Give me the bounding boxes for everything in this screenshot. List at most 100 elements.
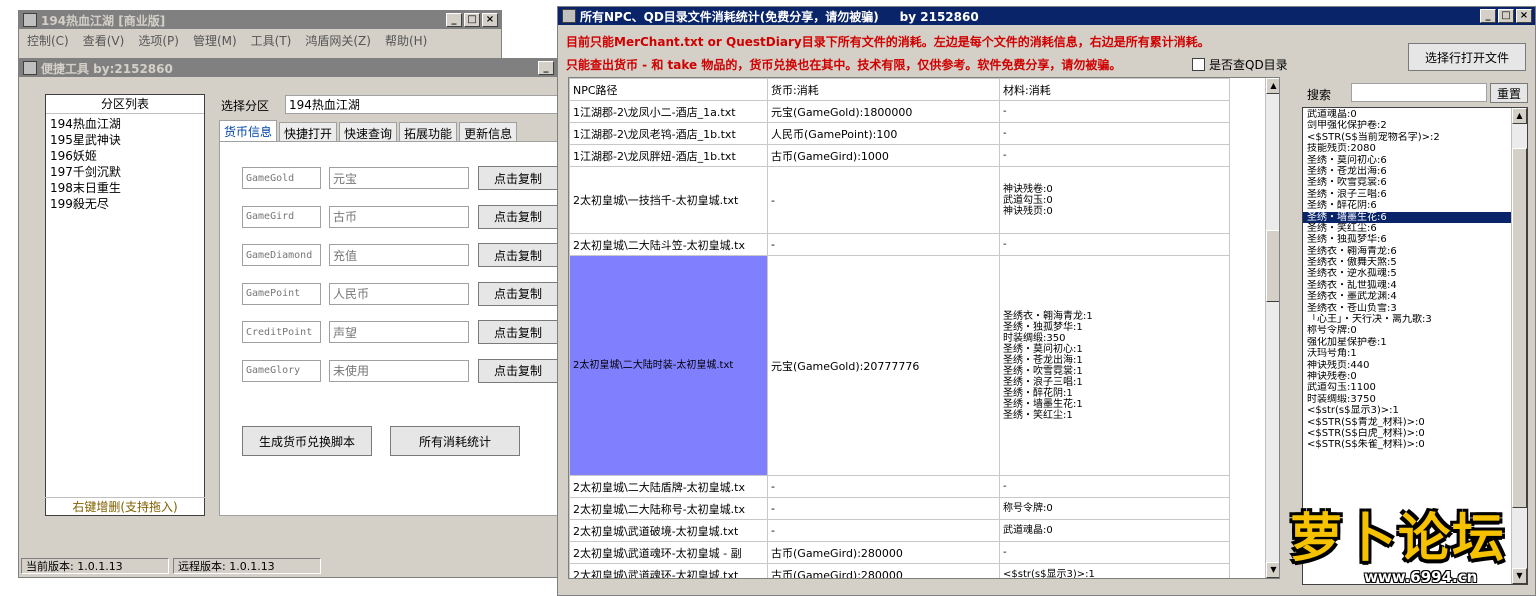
currency-key-field[interactable]: GameGird [242,205,321,228]
qd-checkbox-group[interactable]: 是否查QD目录 [1192,56,1288,73]
open-file-button[interactable]: 选择行打开文件 [1408,43,1526,71]
totals-item[interactable]: <$STR(S$朱雀_材料)>:0 [1303,439,1511,450]
table-cell-currency[interactable]: - [767,166,1000,234]
table-cell-material[interactable]: - [999,144,1230,167]
totals-scroll-thumb[interactable] [1512,148,1527,508]
table-cell-currency[interactable]: - [767,519,1000,542]
table-row[interactable]: 2太初皇城\武道魂环-太初皇城.txt 古币(GameGird):280000 <$… [569,563,1230,578]
table-cell-currency[interactable]: 古币(GameGird):280000 [767,563,1000,578]
table-row[interactable]: 2太初皇城\二大陆斗笠-太初皇城.tx - - [569,233,1230,256]
table-row[interactable]: 1江湖郡-2\龙凤胖妞-酒店_1b.txt 古币(GameGird):1000- [569,144,1230,167]
totals-item[interactable]: 圣绣・墙墨生花:6 [1303,211,1511,223]
all-stats-button[interactable]: 所有消耗统计 [390,426,520,456]
table-row[interactable]: 2太初皇城\武道魂环-太初皇城 - 副古币(GameGird):280000- [569,541,1230,564]
totals-item[interactable]: 武道勾玉:1100 [1303,382,1511,393]
totals-item[interactable]: 圣绣衣・傲舞天煞:5 [1303,257,1511,268]
column-header[interactable]: NPC路径 [569,78,768,101]
partition-list[interactable]: 分区列表 194热血江湖 195星武神诀 196妖姬 197千剑沉默 198末日重生 19… [45,94,205,516]
totals-item[interactable]: 圣绣衣・乱世狐魂:4 [1303,280,1511,291]
tab-currency-info[interactable]: 货币信息 [219,120,278,143]
totals-item[interactable]: 圣绣・浪子三唱:6 [1303,189,1511,200]
copy-button[interactable]: 点击复制 [478,358,558,383]
table-cell-path[interactable]: 2太初皇城\武道魂环-太初皇城 - 副 [569,541,768,564]
currency-name-field[interactable]: 人民币 [329,282,469,305]
menu-view[interactable]: 查看(V) [83,32,125,49]
currency-name-field[interactable]: 未使用 [329,359,469,382]
menu-gateway[interactable]: 鸿盾网关(Z) [305,32,371,49]
totals-item[interactable]: 神诀残页:440 [1303,360,1511,371]
table-row[interactable]: 2太初皇城\二大陆时装-太初皇城.txt 元宝(GameGold):2077777… [569,255,1230,476]
table-cell-path[interactable]: 2太初皇城\武道破境-太初皇城.txt [569,519,768,542]
totals-item[interactable]: 武道魂晶:0 [1303,109,1511,120]
reset-button[interactable]: 重置 [1490,83,1528,103]
copy-button[interactable]: 点击复制 [478,281,558,306]
copy-button[interactable]: 点击复制 [478,204,558,229]
search-input[interactable] [1351,83,1487,102]
totals-item[interactable]: 沃玛号角:1 [1303,348,1511,359]
menu-options[interactable]: 选项(P) [138,32,179,49]
column-header[interactable]: 材料:消耗 [999,78,1230,101]
tab-updates[interactable]: 更新信息 [459,122,518,143]
copy-button[interactable]: 点击复制 [478,320,558,344]
scroll-down-icon[interactable]: ▼ [1266,562,1279,578]
close-icon[interactable]: × [1516,9,1532,23]
generate-script-button[interactable]: 生成货币兑换脚本 [242,426,372,456]
maximize-icon[interactable]: □ [464,13,480,27]
totals-item[interactable]: 圣绣衣・墨武龙渊:4 [1303,291,1511,302]
tab-extensions[interactable]: 拓展功能 [399,122,458,143]
table-cell-currency[interactable]: 古币(GameGird):280000 [767,541,1000,564]
table-cell-currency[interactable]: - [767,497,1000,520]
menu-manage[interactable]: 管理(M) [193,32,237,49]
totals-item[interactable]: 强化加星保护卷:1 [1303,337,1511,348]
table-cell-path[interactable]: 1江湖郡-2\龙凤胖妞-酒店_1b.txt [569,144,768,167]
totals-item[interactable]: 圣绣衣・翱海青龙:6 [1303,246,1511,257]
totals-item[interactable]: 圣绣・醉花阴:6 [1303,200,1511,211]
table-cell-material[interactable]: 称号令牌:0 [999,497,1230,520]
totals-item[interactable]: 圣绣・吹雪霓裳:6 [1303,177,1511,188]
currency-key-field[interactable]: GameGlory [242,359,321,382]
table-cell-material[interactable]: - [999,233,1230,256]
table-row[interactable]: 2太初皇城\武道破境-太初皇城.txt - 武道魂晶:0 [569,519,1230,542]
partition-item[interactable]: 194热血江湖 [50,116,200,132]
table-cell-currency[interactable]: 人民币(GamePoint):100 [767,122,1000,145]
table-vertical-scrollbar[interactable]: ▲ ▼ [1265,78,1279,578]
tab-quick-query[interactable]: 快速查询 [339,122,398,143]
table-cell-material[interactable]: - [999,475,1230,498]
table-cell-path[interactable]: 2太初皇城\二大陆盾牌-太初皇城.tx [569,475,768,498]
currency-key-field[interactable]: GamePoint [242,282,321,305]
partition-item[interactable]: 198末日重生 [50,180,200,196]
table-cell-currency[interactable]: - [767,475,1000,498]
totals-item[interactable]: 「心王」・天行决・离九歌:3 [1303,314,1511,325]
totals-item[interactable]: <$str(s$显示3)>:1 [1303,405,1511,416]
totals-item[interactable]: 圣绣・苍龙出海:6 [1303,166,1511,177]
totals-item[interactable]: 剑甲强化保护卷:2 [1303,120,1511,131]
stats-window-titlebar[interactable]: 所有NPC、QD目录文件消耗统计(免费分享，请勿被骗) by 2152860 _… [558,7,1535,25]
table-scroll-thumb[interactable] [1266,230,1279,302]
table-cell-path[interactable]: 2太初皇城\武道魂环-太初皇城.txt [569,563,768,578]
currency-key-field[interactable]: CreditPoint [242,321,321,343]
minimize-icon[interactable]: _ [1480,9,1496,23]
table-cell-currency[interactable]: 元宝(GameGold):20777776 [767,255,1000,476]
table-cell-material[interactable]: - [999,122,1230,145]
currency-key-field[interactable]: GameGold [242,167,321,189]
table-cell-currency[interactable]: 元宝(GameGold):1800000 [767,100,1000,123]
minimize-icon[interactable]: _ [538,61,554,75]
copy-button[interactable]: 点击复制 [478,166,558,190]
main-window-titlebar[interactable]: 194热血江湖 [商业版] _ □ × [19,11,501,29]
tab-quick-open[interactable]: 快捷打开 [279,122,338,143]
currency-name-field[interactable]: 元宝 [329,167,469,189]
qd-checkbox[interactable] [1192,58,1205,71]
currency-name-field[interactable]: 充值 [329,244,469,266]
table-cell-path[interactable]: 2太初皇城\一技挡千-太初皇城.txt [569,166,768,234]
column-header[interactable]: 货币:消耗 [767,78,1000,101]
table-cell-material[interactable]: - [999,100,1230,123]
totals-item[interactable]: 时装绸缎:3750 [1303,394,1511,405]
select-partition-field[interactable]: 194热血江湖 [285,95,559,114]
partition-item[interactable]: 195星武神诀 [50,132,200,148]
table-cell-material[interactable]: 神诀残卷:0 武道勾玉:0 神诀残页:0 [999,166,1230,234]
currency-name-field[interactable]: 古币 [329,205,469,228]
menu-control[interactable]: 控制(C) [27,32,69,49]
table-cell-material[interactable]: 圣绣衣・翱海青龙:1 圣绣・独孤梦华:1 时装绸缎:350 圣绣・莫问初心:1 … [999,255,1230,476]
table-cell-path[interactable]: 2太初皇城\二大陆时装-太初皇城.txt [569,255,768,476]
table-row[interactable]: 2太初皇城\一技挡千-太初皇城.txt - 神诀残卷:0 武道勾玉:0 神诀残页:0 [569,166,1230,234]
